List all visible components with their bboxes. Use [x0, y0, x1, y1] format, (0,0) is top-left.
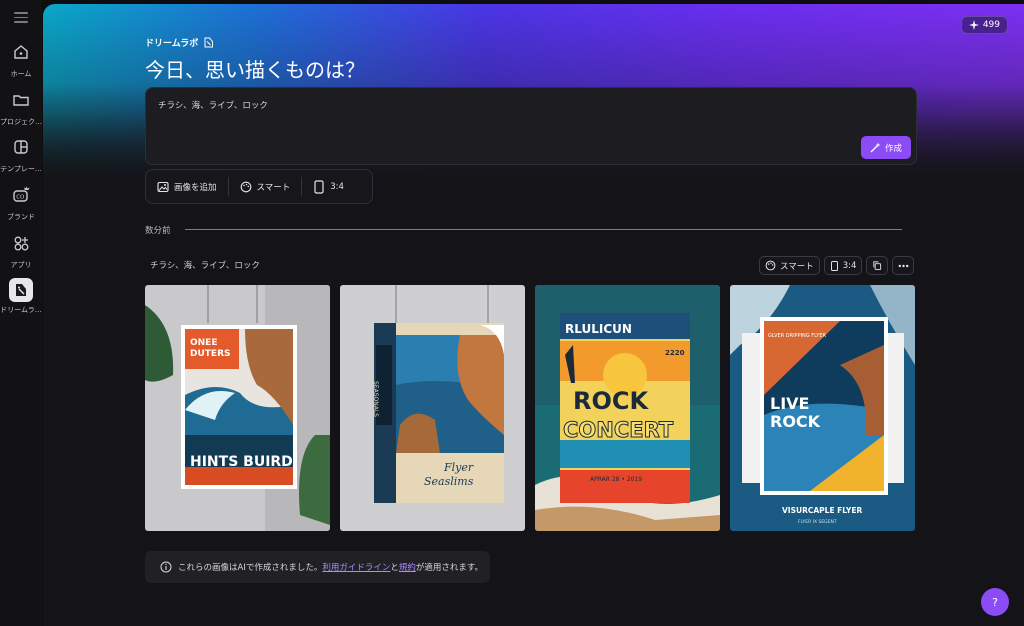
home-icon — [14, 45, 28, 59]
sidebar-item-apps[interactable]: アプリ — [0, 233, 42, 270]
notice-post: が適用されます。 — [415, 563, 484, 573]
sidebar-item-label: ドリームラ… — [0, 306, 42, 314]
ratio-selector[interactable]: 3:4 — [302, 176, 355, 197]
palette-icon — [765, 260, 776, 271]
more-button[interactable] — [892, 256, 915, 275]
palette-icon — [240, 181, 251, 192]
poster-text: FLYER IX SEGENT — [798, 519, 837, 525]
poster-text: 2220 — [665, 349, 685, 357]
notice-mid: と — [390, 563, 399, 573]
generated-image-4[interactable]: GLVER DRIPPING FLYER LIVE ROCK VISURCAPL… — [730, 285, 915, 531]
history-ratio-button[interactable]: 3:4 — [823, 256, 863, 275]
notice-text: これらの画像はAIで作成されました。利用ガイドラインと規約が適用されます。 — [178, 561, 483, 573]
poster-image: SEASONALS Flyer Seaslims — [340, 285, 525, 531]
prompt-text[interactable]: チラシ、海、ライブ、ロック — [158, 99, 268, 111]
help-label: ? — [992, 595, 998, 609]
sidebar-item-label: テンプレー… — [0, 165, 42, 173]
sidebar-item-label: ホーム — [10, 70, 32, 78]
poster-text: CONCERT — [563, 418, 674, 442]
history-prompt: チラシ、海、ライブ、ロック — [150, 261, 260, 271]
history-time: 数分前 — [145, 226, 171, 236]
sparkle-icon — [968, 20, 979, 30]
prompt-input[interactable]: チラシ、海、ライブ、ロック 作成 — [145, 87, 917, 165]
brand-label: ドリームラボ — [145, 36, 214, 49]
terms-link[interactable]: 規約 — [399, 563, 416, 573]
credits-badge[interactable]: 499 — [960, 16, 1008, 34]
main-panel: 499 ドリームラボ 今日、思い描くものは？ チラシ、海、ライブ、ロック 作成 … — [43, 4, 1024, 626]
poster-image: ONEE DUTERS HINTS BUIRD — [145, 285, 330, 531]
portrait-ratio-icon — [830, 260, 838, 271]
poster-text: VISURCAPLE FLYER — [782, 506, 862, 515]
guidelines-link[interactable]: 利用ガイドライン — [322, 563, 390, 573]
apps-icon — [14, 236, 29, 251]
more-icon — [898, 264, 909, 267]
generated-image-1[interactable]: ONEE DUTERS HINTS BUIRD — [145, 285, 330, 531]
dream-lab-icon — [204, 37, 214, 48]
poster-text: LIVE — [770, 394, 809, 413]
page-title: 今日、思い描くものは？ — [145, 58, 365, 82]
poster-text: ROCK — [573, 387, 649, 415]
portrait-ratio-icon — [314, 179, 324, 194]
credits-count: 499 — [982, 20, 1000, 30]
poster-text: HINTS BUIRD — [190, 454, 293, 470]
info-icon — [160, 561, 172, 573]
folder-icon — [13, 95, 29, 106]
template-icon — [14, 140, 28, 154]
ai-notice: これらの画像はAIで作成されました。利用ガイドラインと規約が適用されます。 — [145, 551, 490, 583]
sidebar-item-label: アプリ — [10, 261, 32, 269]
sidebar-item-label: プロジェク… — [0, 118, 42, 126]
add-image-button[interactable]: 画像を追加 — [146, 176, 228, 197]
poster-text: Seaslims — [424, 475, 474, 488]
sidebar-item-dream-lab[interactable]: ドリームラ… — [0, 278, 42, 315]
create-button[interactable]: 作成 — [861, 136, 911, 159]
history-ratio-label: 3:4 — [842, 260, 857, 271]
poster-image: RLULICUN 2220 ROCK CONCERT APRAR 28 • 20… — [535, 285, 720, 531]
magic-wand-icon — [870, 142, 881, 153]
generated-image-2[interactable]: SEASONALS Flyer Seaslims — [340, 285, 525, 531]
divider — [185, 229, 902, 230]
poster-text: ONEE — [190, 338, 217, 348]
poster-text: GLVER DRIPPING FLYER — [768, 333, 826, 339]
style-selector[interactable]: スマート — [229, 176, 302, 197]
ratio-label: 3:4 — [330, 181, 344, 192]
sidebar: ホーム プロジェク… テンプレー… CO ブランド アプリ ドリームラ… — [0, 0, 42, 626]
notice-pre: これらの画像はAIで作成されました。 — [178, 563, 323, 573]
poster-image: GLVER DRIPPING FLYER LIVE ROCK VISURCAPL… — [730, 285, 915, 531]
history-style-button[interactable]: スマート — [759, 256, 820, 275]
help-button[interactable]: ? — [981, 588, 1009, 616]
prompt-options: 画像を追加 スマート 3:4 — [145, 169, 373, 204]
poster-text: APRAR 28 • 2019 — [590, 476, 642, 483]
sidebar-item-brand[interactable]: CO ブランド — [0, 185, 42, 222]
poster-text: DUTERS — [190, 349, 230, 359]
sidebar-item-home[interactable]: ホーム — [0, 42, 42, 79]
brand-icon: CO — [13, 186, 30, 202]
style-label: スマート — [256, 182, 291, 193]
menu-icon[interactable] — [14, 12, 28, 23]
svg-text:CO: CO — [16, 195, 25, 201]
create-label: 作成 — [884, 143, 902, 154]
generated-image-3[interactable]: RLULICUN 2220 ROCK CONCERT APRAR 28 • 20… — [535, 285, 720, 531]
image-icon — [157, 181, 169, 192]
poster-text: Flyer — [443, 461, 474, 474]
sidebar-item-projects[interactable]: プロジェク… — [0, 90, 42, 127]
sidebar-item-label: ブランド — [7, 213, 35, 221]
poster-text: RLULICUN — [565, 322, 632, 336]
copy-icon — [873, 261, 882, 271]
history-actions: スマート 3:4 — [759, 256, 915, 275]
add-image-label: 画像を追加 — [174, 182, 217, 193]
poster-text: ROCK — [770, 412, 821, 431]
history-style-label: スマート — [780, 261, 814, 272]
brand-text: ドリームラボ — [145, 39, 199, 49]
dream-lab-icon — [9, 278, 33, 302]
copy-button[interactable] — [866, 256, 889, 275]
sidebar-item-templates[interactable]: テンプレー… — [0, 137, 42, 174]
poster-text: SEASONALS — [372, 381, 379, 417]
